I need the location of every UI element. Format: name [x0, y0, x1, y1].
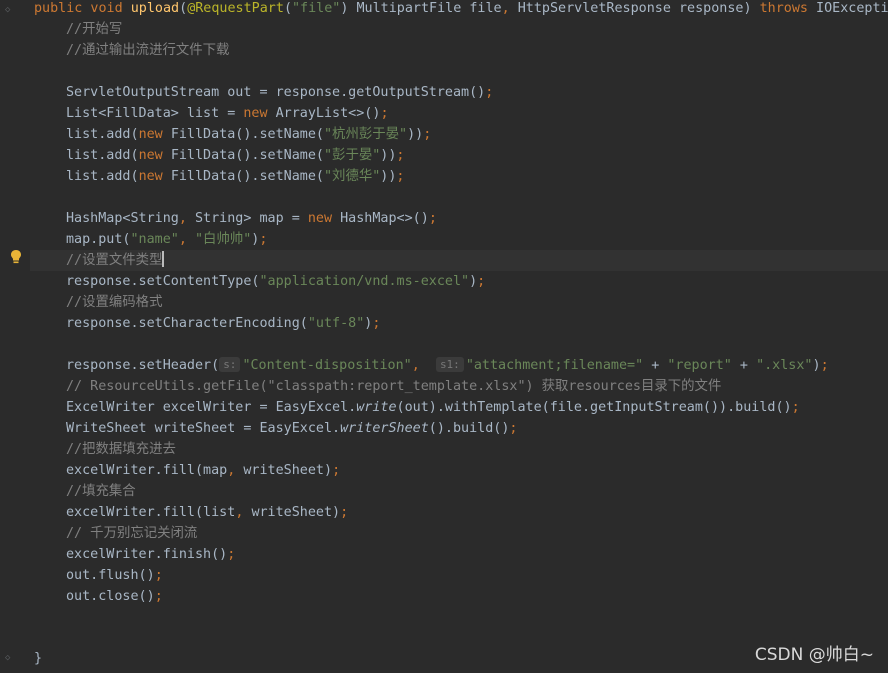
parameter-hint: s1:	[435, 357, 464, 372]
code-line: excelWriter.fill(list, writeSheet);	[66, 505, 349, 520]
csdn-watermark: CSDN @帅白~	[754, 645, 874, 665]
code-comment: //设置编码格式	[66, 295, 163, 310]
code-comment: // 千万别忘记关闭流	[66, 526, 198, 541]
code-line: WriteSheet writeSheet = EasyExcel.writer…	[66, 421, 518, 436]
code-line: ExcelWriter excelWriter = EasyExcel.writ…	[66, 400, 800, 415]
parameter-hint: s:	[219, 357, 241, 372]
code-comment: //通过输出流进行文件下载	[66, 43, 230, 58]
code-line: out.close();	[66, 589, 163, 604]
code-line: out.flush();	[66, 568, 163, 583]
code-line: response.setHeader(s: "Content-dispositio…	[66, 357, 829, 373]
code-line: excelWriter.finish();	[66, 547, 236, 562]
code-line: list.add(new FillData().setName("杭州彭于晏")…	[66, 127, 432, 142]
code-line: list.add(new FillData().setName("彭于晏"));	[66, 148, 405, 163]
code-line: List<FillData> list = new ArrayList<>();	[66, 106, 389, 121]
text-caret	[162, 251, 165, 267]
code-line: response.setCharacterEncoding("utf-8");	[66, 316, 381, 331]
code-comment: // ResourceUtils.getFile("classpath:repo…	[66, 379, 722, 394]
code-comment: //把数据填充进去	[66, 442, 176, 457]
code-line: HashMap<String, String> map = new HashMa…	[66, 211, 437, 226]
code-editor[interactable]: public void upload(@RequestPart("file") …	[0, 0, 888, 673]
code-line: response.setContentType("application/vnd…	[66, 274, 486, 289]
code-comment: //开始写	[66, 22, 123, 37]
current-line[interactable]: //设置文件类型	[30, 250, 888, 271]
code-line: excelWriter.fill(map, writeSheet);	[66, 463, 341, 478]
code-line: public void upload(@RequestPart("file") …	[34, 1, 888, 16]
code-line: map.put("name", "白帅帅");	[66, 232, 268, 247]
code-line: list.add(new FillData().setName("刘德华"));	[66, 169, 405, 184]
code-line: ServletOutputStream out = response.getOu…	[66, 85, 494, 100]
code-comment: //填充集合	[66, 484, 136, 499]
